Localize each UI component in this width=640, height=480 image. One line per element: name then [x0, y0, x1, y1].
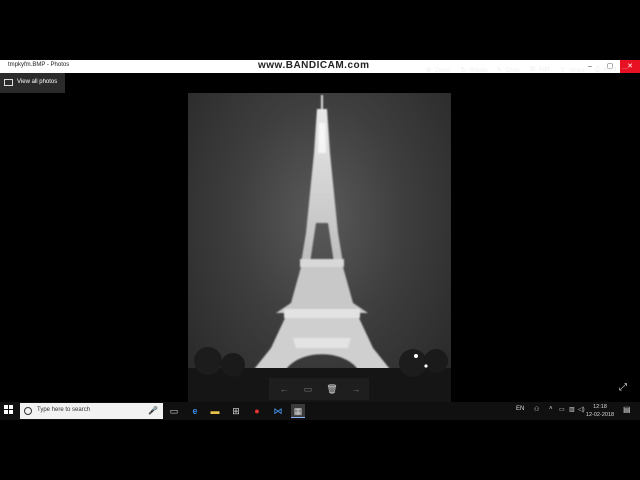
photos-app-icon[interactable]: ▦ — [291, 404, 305, 418]
edge-browser-icon[interactable]: e — [188, 404, 202, 418]
search-placeholder: Type here to search — [37, 407, 91, 413]
full-screen-icon[interactable]: ⤢ — [619, 382, 627, 393]
taskbar: Type here to search 🎤 ▭ e ▬ ⊞ ● ⋈ ▦ EN ⚇… — [0, 402, 640, 420]
system-clock[interactable]: 12:18 12-02-2018 — [584, 403, 616, 419]
zoom-label: Zoom — [435, 68, 451, 74]
print-button[interactable]: ⎙ Print — [593, 66, 617, 74]
network-icon[interactable]: ▥ — [569, 406, 575, 413]
eiffel-tower-illustration — [188, 95, 451, 402]
battery-icon[interactable]: ▭ — [559, 406, 565, 413]
microphone-icon[interactable]: 🎤 — [148, 406, 158, 415]
share-button[interactable]: ⇪ Share — [558, 66, 585, 74]
edit-icon: ⧉ — [530, 66, 535, 73]
notification-center-icon[interactable]: ▤ — [623, 405, 631, 414]
rotate-button[interactable]: ↻ Rotate — [459, 66, 488, 74]
windows-logo-tile — [9, 410, 13, 414]
windows-logo-tile — [4, 410, 8, 414]
windows-logo-tile — [9, 405, 13, 409]
print-label: Print — [604, 67, 617, 73]
zoom-icon: ⊕ — [425, 67, 432, 74]
next-arrow-icon[interactable]: → — [349, 383, 363, 395]
share-icon: ⇪ — [559, 67, 566, 74]
draw-label: Draw — [506, 68, 521, 74]
windows-logo-icon — [4, 405, 8, 409]
clock-time: 12:18 — [593, 404, 607, 410]
draw-button[interactable]: ✎ Draw — [495, 66, 520, 74]
file-explorer-icon[interactable]: ▬ — [208, 404, 222, 418]
bandicam-icon[interactable]: ● — [250, 404, 264, 418]
draw-icon: ✎ — [496, 67, 503, 74]
task-view-icon[interactable]: ▭ — [167, 404, 181, 418]
show-hidden-icons-chevron-icon[interactable]: ˄ — [549, 406, 553, 412]
windows-start-button[interactable] — [4, 405, 14, 415]
eiffel-tower-photo — [188, 93, 451, 402]
view-all-photos-button[interactable]: View all photos — [0, 73, 65, 93]
store-icon[interactable]: ⊞ — [229, 404, 243, 418]
bandicam-watermark: www.BANDICAM.com — [258, 60, 370, 71]
window-title: tmpkyfm.BMP - Photos — [8, 62, 70, 68]
more-icon: ··· — [622, 66, 628, 72]
share-label: Share — [569, 68, 586, 74]
edit-button[interactable]: ⧉ Edit — [528, 66, 549, 74]
slideshow-icon[interactable]: ▭ — [301, 383, 315, 395]
view-all-photos-label: View all photos — [17, 79, 58, 85]
language-indicator[interactable]: EN — [516, 406, 524, 412]
visual-studio-icon[interactable]: ⋈ — [271, 404, 285, 418]
previous-arrow-icon[interactable]: ← — [277, 383, 291, 395]
photos-icon — [4, 79, 13, 86]
clock-date: 12-02-2018 — [585, 412, 615, 418]
taskbar-search-box[interactable]: Type here to search 🎤 — [20, 403, 163, 419]
search-icon — [24, 407, 32, 415]
print-icon: ⎙ — [594, 66, 601, 73]
edit-label: Edit — [539, 67, 550, 73]
more-button[interactable]: ··· — [622, 66, 628, 72]
rotate-icon: ↻ — [460, 67, 467, 74]
zoom-button[interactable]: ⊕ Zoom — [424, 66, 451, 74]
photo-navigation-bar: ← ▭ 🗑 → — [269, 378, 369, 400]
rotate-label: Rotate — [470, 68, 488, 74]
delete-icon[interactable]: 🗑 — [325, 383, 339, 395]
people-icon[interactable]: ⚇ — [534, 406, 539, 413]
screen: tmpkyfm.BMP - Photos www.BANDICAM.com – … — [0, 60, 640, 420]
